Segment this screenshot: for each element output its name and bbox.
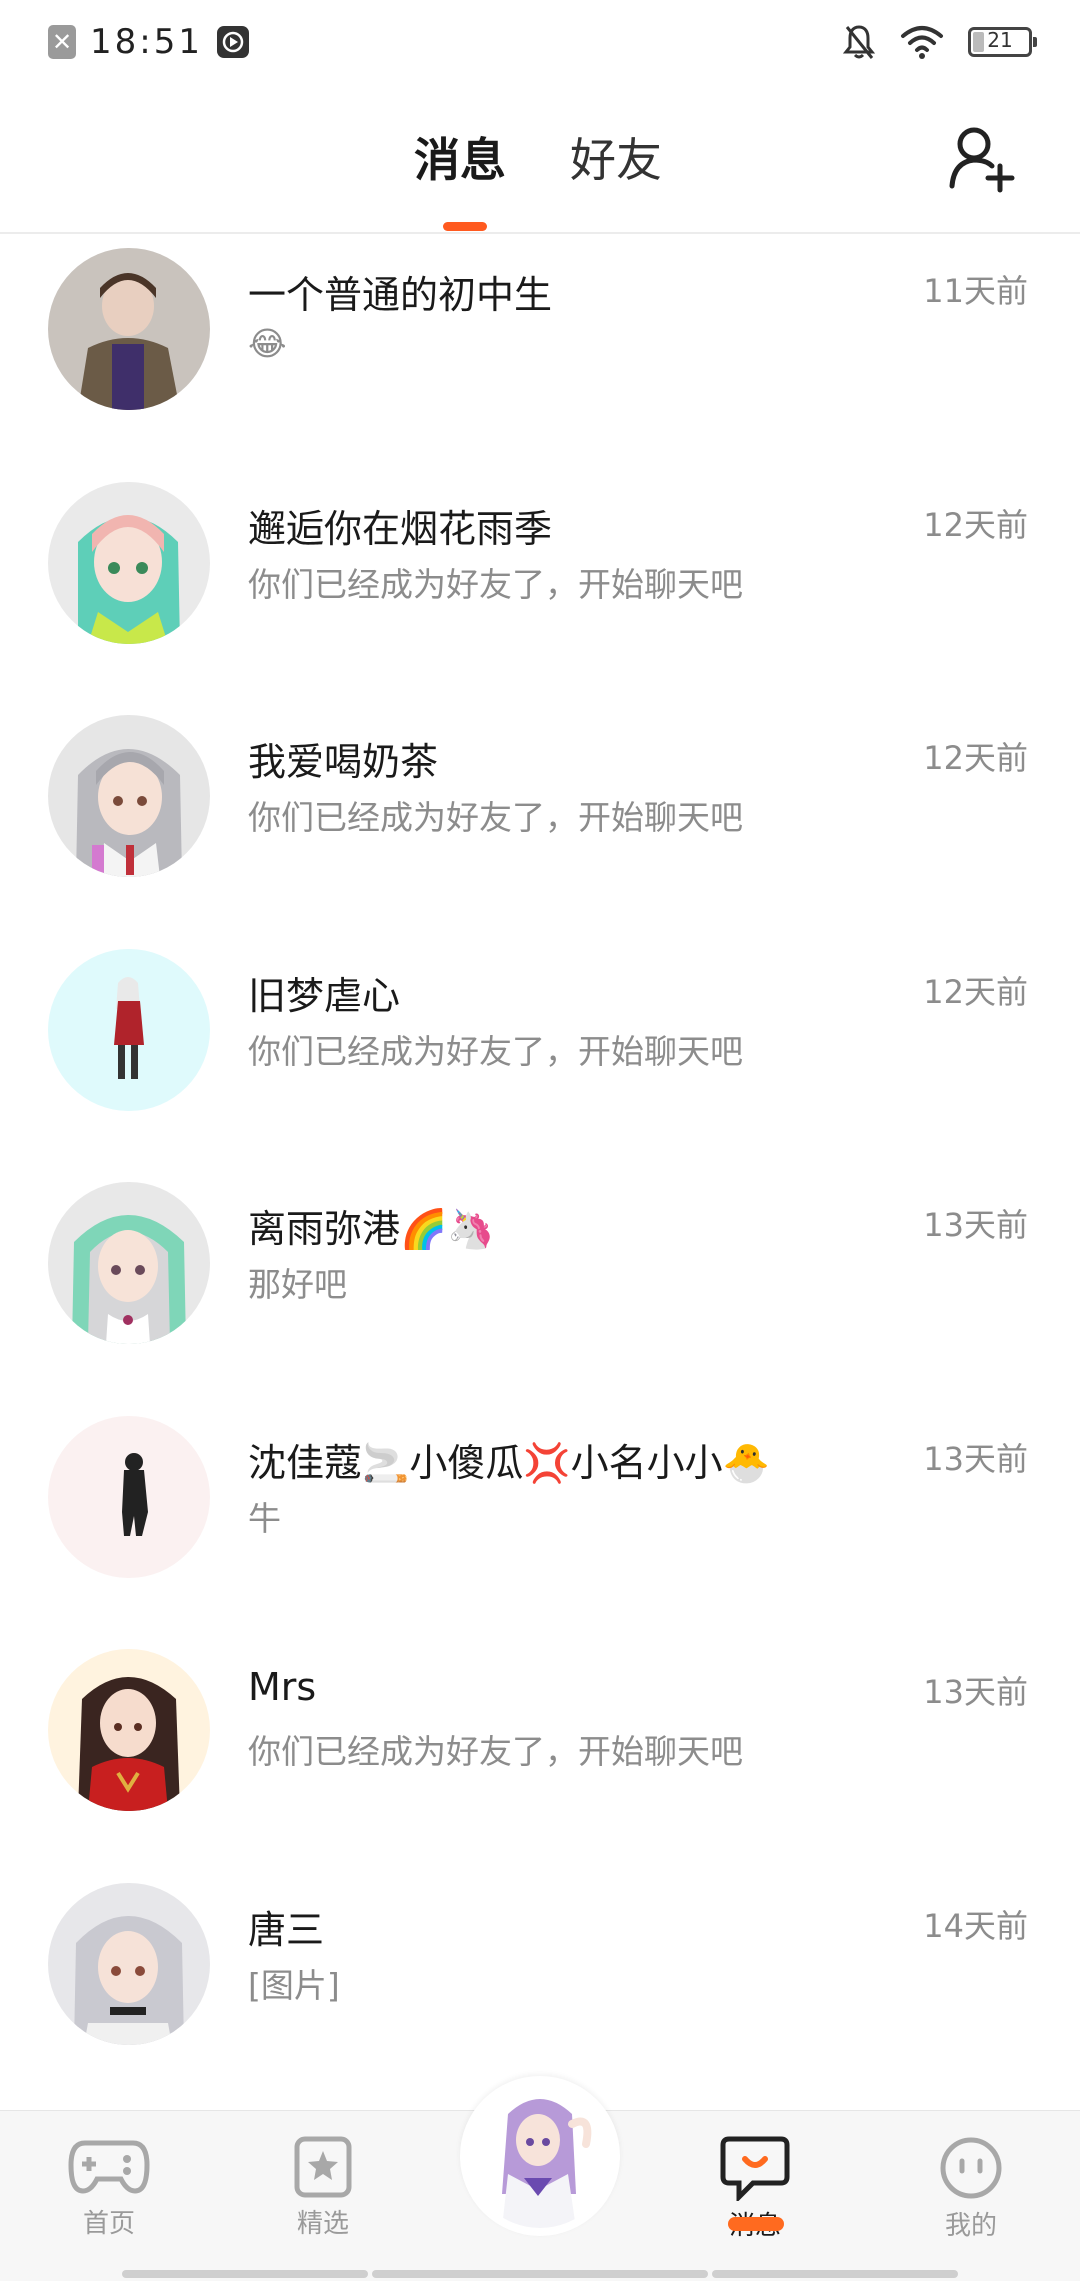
conversation-row[interactable]: 旧梦虐心 你们已经成为好友了，开始聊天吧 12天前 [0, 935, 1080, 1169]
conversation-row[interactable]: Mrs 你们已经成为好友了，开始聊天吧 13天前 [0, 1635, 1080, 1869]
notification-close-icon: ✕ [48, 25, 76, 59]
contact-name: 唐三 [248, 1907, 325, 1952]
chat-bubble-icon [720, 2136, 790, 2201]
conversation-list: 一个普通的初中生 😂 11天前 邂逅你在烟花雨季 你们已经成为好友了，开始聊天吧… [0, 234, 1080, 2102]
star-bookmark-icon [294, 2136, 352, 2198]
avatar[interactable] [48, 1415, 210, 1578]
contact-name: 沈佳蔻🚬小傻瓜💢小名小小🐣 [248, 1440, 770, 1485]
tab-friends[interactable]: 好友 [570, 124, 662, 190]
gesture-bar [712, 2270, 958, 2278]
status-left: ✕ 18:51 [48, 22, 249, 62]
message-time: 12天前 [923, 972, 1028, 1011]
avatar[interactable] [48, 948, 210, 1111]
add-friend-icon[interactable] [946, 122, 1018, 194]
message-preview: 😂 [248, 324, 287, 363]
message-preview: [图片] [248, 1965, 340, 2005]
battery-percent: 21 [987, 28, 1013, 52]
contact-name: Mrs [248, 1665, 317, 1709]
top-header: 消息 好友 [0, 82, 1080, 234]
nav-featured-label: 精选 [296, 2209, 349, 2239]
message-preview: 牛 [248, 1498, 281, 1538]
conversation-row[interactable]: 离雨弥港🌈🦄 那好吧 13天前 [0, 1168, 1080, 1402]
avatar[interactable] [48, 1649, 210, 1811]
message-time: 13天前 [923, 1206, 1028, 1244]
gesture-bar [372, 2270, 708, 2278]
status-time: 18:51 [90, 22, 203, 62]
conversation-row[interactable]: 邂逅你在烟花雨季 你们已经成为好友了，开始聊天吧 12天前 [0, 468, 1080, 702]
nav-messages[interactable]: 消息 [700, 2135, 810, 2242]
conversation-row[interactable]: 沈佳蔻🚬小傻瓜💢小名小小🐣 牛 13天前 [0, 1402, 1080, 1636]
message-preview: 那好吧 [248, 1265, 347, 1304]
nav-home[interactable]: 首页 [54, 2135, 164, 2240]
center-avatar-button[interactable] [460, 2076, 620, 2236]
message-time: 12天前 [923, 739, 1028, 777]
contact-name: 离雨弥港🌈🦄 [248, 1207, 495, 1251]
message-time: 13天前 [923, 1439, 1028, 1478]
nav-home-label: 首页 [82, 2209, 135, 2239]
conversation-row[interactable]: 一个普通的初中生 😂 11天前 [0, 234, 1080, 468]
message-preview: 你们已经成为好友了，开始聊天吧 [248, 1031, 743, 1071]
mute-bell-icon [842, 25, 876, 59]
nav-featured[interactable]: 精选 [268, 2135, 378, 2240]
wifi-icon [901, 26, 943, 59]
avatar[interactable] [48, 1882, 210, 2045]
active-nav-indicator [728, 2217, 784, 2231]
contact-name: 旧梦虐心 [248, 973, 401, 1018]
avatar[interactable] [48, 715, 210, 877]
conversation-row[interactable]: 唐三 [图片] 14天前 [0, 1869, 1080, 2103]
conversation-row[interactable]: 我爱喝奶茶 你们已经成为好友了，开始聊天吧 12天前 [0, 701, 1080, 935]
nav-profile[interactable]: 我的 [916, 2135, 1026, 2242]
nav-profile-label: 我的 [944, 2211, 997, 2241]
media-play-icon [216, 26, 249, 58]
message-time: 14天前 [923, 1906, 1028, 1945]
active-tab-indicator [443, 222, 487, 231]
contact-name: 邂逅你在烟花雨季 [248, 506, 553, 551]
avatar[interactable] [48, 248, 210, 410]
message-preview: 你们已经成为好友了，开始聊天吧 [248, 798, 743, 837]
contact-name: 一个普通的初中生 [248, 273, 553, 317]
gesture-bar [122, 2270, 368, 2278]
message-time: 11天前 [923, 272, 1028, 310]
status-bar: ✕ 18:51 21 [0, 0, 1080, 82]
smiley-face-icon [940, 2137, 1002, 2199]
tab-messages[interactable]: 消息 [414, 124, 506, 190]
center-avatar [468, 2084, 612, 2228]
avatar[interactable] [48, 481, 210, 644]
message-preview: 你们已经成为好友了，开始聊天吧 [248, 564, 743, 604]
contact-name: 我爱喝奶茶 [248, 740, 439, 784]
status-right: 21 [842, 20, 1037, 64]
battery-icon: 21 [968, 27, 1037, 57]
gamepad-icon [68, 2140, 150, 2194]
message-time: 13天前 [923, 1673, 1028, 1711]
message-time: 12天前 [923, 505, 1028, 544]
message-preview: 你们已经成为好友了，开始聊天吧 [248, 1732, 743, 1771]
avatar[interactable] [48, 1182, 210, 1344]
